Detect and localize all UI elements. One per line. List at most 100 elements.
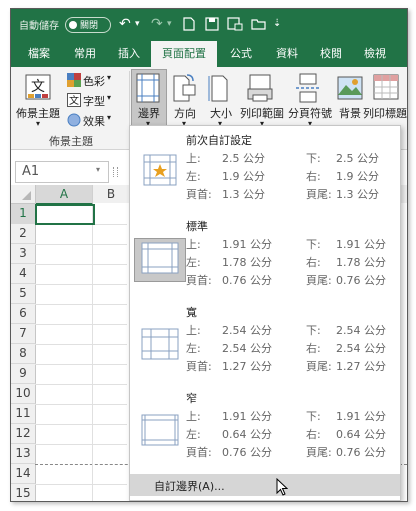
row-header-6[interactable]: 6	[11, 304, 36, 324]
value-right: 0.64 公分	[336, 428, 386, 441]
grid-line	[35, 384, 127, 385]
themes-dropdown-icon[interactable]: ▾	[31, 119, 45, 128]
formula-bar-splitter[interactable]	[113, 167, 118, 177]
tab-review[interactable]: 校閱	[309, 41, 353, 67]
active-cell-a1[interactable]	[35, 204, 95, 225]
row-header-12[interactable]: 12	[11, 424, 36, 444]
open-folder-icon[interactable]	[251, 17, 267, 35]
row-header-1[interactable]: 1	[11, 204, 37, 224]
label-left: 左:	[186, 428, 201, 441]
row-header-11[interactable]: 11	[11, 404, 36, 424]
effects-dropdown-icon[interactable]: ▾	[107, 113, 111, 122]
custom-margins-item[interactable]: 自訂邊界(A)...	[130, 474, 400, 496]
redo-dropdown-icon[interactable]: ▾	[167, 15, 172, 33]
grid-column-line	[92, 204, 93, 501]
value-header: 0.76 公分	[222, 274, 272, 287]
svg-text:文: 文	[69, 94, 79, 107]
save-icon[interactable]	[205, 17, 219, 35]
tab-home[interactable]: 常用	[63, 41, 107, 67]
label-top: 上:	[186, 152, 201, 165]
tab-insert[interactable]: 插入	[107, 41, 151, 67]
colors-icon	[67, 73, 81, 87]
mouse-cursor-icon	[276, 478, 288, 496]
name-box[interactable]: A1 ▾	[15, 161, 109, 183]
select-all-corner[interactable]	[11, 185, 36, 204]
label-right: 右:	[306, 256, 321, 269]
label-footer: 頁尾:	[306, 360, 332, 373]
label-left: 左:	[186, 342, 201, 355]
margin-option-narrow[interactable]: 窄 上: 1.91 公分 下: 1.91 公分 左: 0.64 公分 右: 0.…	[130, 384, 400, 472]
grid-line	[35, 404, 127, 405]
margin-preview-wide-icon	[141, 328, 179, 360]
label-header: 頁首:	[186, 360, 212, 373]
grid-line	[35, 364, 127, 365]
value-top: 2.5 公分	[222, 152, 265, 165]
size-icon	[208, 75, 228, 102]
label-footer: 頁尾:	[306, 446, 332, 459]
grid-line	[35, 344, 127, 345]
undo-dropdown-icon[interactable]: ▾	[135, 15, 140, 33]
label-right: 右:	[306, 342, 321, 355]
row-header-15[interactable]: 15	[11, 484, 36, 501]
grid-line	[35, 424, 127, 425]
autosave-toggle[interactable]: 關閉	[65, 17, 111, 33]
fonts-dropdown-icon[interactable]: ▾	[107, 93, 111, 102]
value-bottom: 2.5 公分	[336, 152, 379, 165]
name-box-dropdown-icon[interactable]: ▾	[96, 165, 100, 174]
value-footer: 1.27 公分	[336, 360, 386, 373]
colors-button[interactable]: 色彩	[83, 73, 105, 89]
column-header-b[interactable]: B	[93, 185, 130, 203]
row-header-4[interactable]: 4	[11, 264, 36, 284]
row-header-14[interactable]: 14	[11, 464, 36, 484]
grid-line	[35, 324, 127, 325]
row-header-3[interactable]: 3	[11, 244, 36, 264]
fonts-button[interactable]: 字型	[83, 93, 105, 109]
customize-quick-access-icon[interactable]: ⇣	[273, 15, 281, 33]
row-header-2[interactable]: 2	[11, 224, 36, 244]
margin-option-normal[interactable]: 標準 上: 1.91 公分 下: 1.91 公分 左: 1.78 公分 右: 1…	[130, 212, 400, 298]
label-bottom: 下:	[306, 238, 321, 251]
margin-preview-normal-icon	[141, 242, 179, 274]
column-header-a[interactable]: A	[36, 185, 93, 205]
effects-button[interactable]: 效果	[83, 113, 105, 129]
themes-icon: 文	[25, 74, 51, 100]
save-as-icon[interactable]	[227, 17, 243, 35]
margin-option-wide[interactable]: 寬 上: 2.54 公分 下: 2.54 公分 左: 2.54 公分 右: 2.…	[130, 298, 400, 384]
custom-margins-label: 自訂邊界(A)...	[154, 480, 225, 493]
option-title: 寬	[186, 306, 197, 319]
colors-dropdown-icon[interactable]: ▾	[107, 73, 111, 82]
margin-option-last-custom[interactable]: 前次自訂設定 上: 2.5 公分 下: 2.5 公分 左: 1.9 公分 右: …	[130, 126, 400, 212]
label-header: 頁首:	[186, 188, 212, 201]
row-header-10[interactable]: 10	[11, 384, 36, 404]
new-file-icon[interactable]	[183, 17, 195, 35]
print-titles-button[interactable]: 列印標題	[361, 105, 407, 121]
tab-data[interactable]: 資料	[265, 41, 309, 67]
label-top: 上:	[186, 410, 201, 423]
label-top: 上:	[186, 238, 201, 251]
themes-group-caption: 佈景主題	[49, 135, 93, 148]
label-left: 左:	[186, 170, 201, 183]
label-bottom: 下:	[306, 152, 321, 165]
row-header-9[interactable]: 9	[11, 364, 36, 384]
value-top: 1.91 公分	[222, 238, 272, 251]
tab-view[interactable]: 檢視	[353, 41, 397, 67]
margins-icon	[136, 73, 160, 103]
redo-icon[interactable]: ↷	[151, 15, 163, 33]
tab-file[interactable]: 檔案	[17, 41, 61, 67]
row-header-5[interactable]: 5	[11, 284, 36, 304]
value-left: 0.64 公分	[222, 428, 272, 441]
undo-icon[interactable]: ↶	[119, 15, 131, 33]
row-header-7[interactable]: 7	[11, 324, 36, 344]
value-header: 1.3 公分	[222, 188, 265, 201]
tab-formulas[interactable]: 公式	[219, 41, 263, 67]
row-header-8[interactable]: 8	[11, 344, 36, 364]
tab-page-layout[interactable]: 頁面配置	[151, 41, 217, 67]
label-bottom: 下:	[306, 324, 321, 337]
row-header-13[interactable]: 13	[11, 444, 36, 464]
label-right: 右:	[306, 170, 321, 183]
value-footer: 0.76 公分	[336, 446, 386, 459]
value-top: 1.91 公分	[222, 410, 272, 423]
value-left: 1.9 公分	[222, 170, 265, 183]
margin-preview-star-icon	[143, 154, 177, 186]
margin-preview-narrow-icon	[141, 414, 179, 446]
